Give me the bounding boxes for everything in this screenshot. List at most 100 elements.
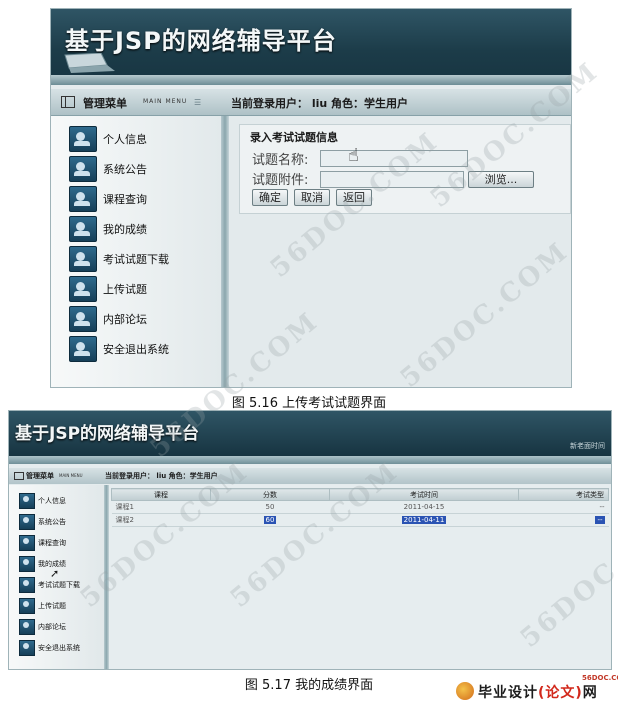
sidebar-item-profile[interactable]: 个人信息 [69,126,147,152]
sidebar-item-upload-exam[interactable]: 上传试题 [69,276,147,302]
menu-subtitle: MAIN MENU [59,473,83,478]
sidebar-item-label: 安全退出系统 [103,343,169,356]
sidebar-item-my-grades[interactable]: 我的成绩 [69,216,147,242]
logo-emblem-icon [456,682,474,700]
menu-grid-icon [14,472,24,480]
user-icon [69,276,97,302]
sidebar-item-label: 系统公告 [38,518,66,526]
sidebar-item-label: 内部论坛 [103,313,147,326]
sidebar-item-announcements[interactable]: 系统公告 [19,514,66,530]
user-icon [69,186,97,212]
sidebar-item-label: 课程查询 [103,193,147,206]
sidebar-item-label: 上传试题 [103,283,147,296]
user-icon [69,336,97,362]
cell-score: 60 [263,516,277,524]
menu-grid-icon [61,96,75,108]
cell-course: 课程2 [111,513,211,527]
sidebar-divider [221,116,229,387]
sidebar-item-label: 安全退出系统 [38,644,80,652]
header-stripe [51,75,571,85]
menu-title: 管理菜单 [26,472,54,480]
user-icon [19,493,35,509]
header-stripe [9,456,611,464]
user-icon [19,640,35,656]
site-logo: 56DOC.COM 毕业设计(论文)网 [456,674,618,702]
exam-attachment-input[interactable] [320,171,464,188]
column-header-score: 分数 [210,488,330,501]
cell-exam-type: -- [595,516,605,524]
menu-title: 管理菜单 [83,97,127,110]
current-user-info: 当前登录用户： liu 角色：学生用户 [231,97,409,110]
sidebar: 个人信息 系统公告 课程查询 我的成绩 考试试题下载 上传试题 内部论坛 安全退… [51,116,221,387]
exam-name-input[interactable] [320,150,468,167]
sidebar-item-course-query[interactable]: 课程查询 [69,186,147,212]
user-icon [19,535,35,551]
sidebar-item-announcements[interactable]: 系统公告 [69,156,147,182]
user-icon [19,619,35,635]
laptop-icon [64,53,115,73]
user-icon [19,556,35,572]
figure-caption-1: 图 5.16 上传考试试题界面 [231,396,387,411]
cell-exam-type: -- [518,500,609,514]
column-header-exam-type: 考试类型 [518,488,609,501]
main-content: 课程 分数 考试时间 考试类型 课程1 50 2011-04-15 -- 课程2… [109,485,611,669]
grades-screen: 基于JSP的网络辅导平台 新老面时间 管理菜单 MAIN MENU 当前登录用户… [8,410,612,670]
user-icon [19,598,35,614]
cell-exam-time: 2011-04-15 [329,500,519,514]
cell-exam-time: 2011-04-11 [401,516,447,524]
sidebar-item-forum[interactable]: 内部论坛 [19,619,66,635]
user-icon [19,577,35,593]
top-right-link[interactable]: 新老面时间 [570,441,605,451]
sidebar-item-label: 内部论坛 [38,623,66,631]
table-header-row: 课程 分数 考试时间 考试类型 [111,488,609,501]
confirm-button[interactable]: 确定 [252,189,288,206]
sidebar-item-logout[interactable]: 安全退出系统 [69,336,169,362]
main-content: 录入考试试题信息 试题名称: 试题附件: 浏览... 确定 取消 返回 [229,116,571,387]
sidebar-item-label: 考试试题下载 [38,581,80,589]
arrow-cursor-icon: ➚ [50,567,60,580]
sidebar-item-label: 系统公告 [103,163,147,176]
form-title: 录入考试试题信息 [250,131,338,144]
user-icon [69,126,97,152]
user-icon [69,156,97,182]
sidebar-item-profile[interactable]: 个人信息 [19,493,66,509]
exam-name-label: 试题名称: [252,153,309,168]
current-user-info: 当前登录用户： liu 角色：学生用户 [105,472,218,480]
user-icon [69,306,97,332]
sidebar-item-label: 课程查询 [38,539,66,547]
browse-button[interactable]: 浏览... [468,171,534,188]
app-title: 基于JSP的网络辅导平台 [65,27,337,55]
app-title: 基于JSP的网络辅导平台 [15,424,200,444]
grades-table: 课程 分数 考试时间 考试类型 课程1 50 2011-04-15 -- 课程2… [111,488,609,527]
user-icon [19,514,35,530]
menu-subtitle: MAIN MENU [143,98,188,105]
user-icon [69,246,97,272]
header-banner: 基于JSP的网络辅导平台 [51,9,571,85]
sidebar-item-label: 个人信息 [103,133,147,146]
user-icon [69,216,97,242]
sidebar-item-upload-exam[interactable]: 上传试题 [19,598,66,614]
hand-cursor-icon: ☝ [348,145,359,166]
sidebar-item-label: 个人信息 [38,497,66,505]
sidebar-item-label: 考试试题下载 [103,253,169,266]
sidebar-item-logout[interactable]: 安全退出系统 [19,640,80,656]
header-banner: 基于JSP的网络辅导平台 新老面时间 [9,411,611,456]
table-row[interactable]: 课程2 60 2011-04-11 -- [111,513,609,527]
menu-bar: 管理菜单 MAIN MENU ☰ 当前登录用户： liu 角色：学生用户 [51,89,571,116]
upload-screen: 基于JSP的网络辅导平台 管理菜单 MAIN MENU ☰ 当前登录用户： li… [50,8,572,388]
sidebar-item-label: 上传试题 [38,602,66,610]
cancel-button[interactable]: 取消 [294,189,330,206]
logo-text: 毕业设计(论文)网 [478,685,598,701]
sidebar-item-forum[interactable]: 内部论坛 [69,306,147,332]
column-header-exam-time: 考试时间 [329,488,519,501]
column-header-course: 课程 [111,488,211,501]
back-button[interactable]: 返回 [336,189,372,206]
sidebar-item-course-query[interactable]: 课程查询 [19,535,66,551]
upload-exam-form: 录入考试试题信息 试题名称: 试题附件: 浏览... 确定 取消 返回 [239,124,571,214]
menu-bar: 管理菜单 MAIN MENU 当前登录用户： liu 角色：学生用户 [9,468,611,484]
cell-score: 50 [210,500,330,514]
sidebar-item-label: 我的成绩 [103,223,147,236]
logo-domain: 56DOC.COM [582,674,618,682]
table-row[interactable]: 课程1 50 2011-04-15 -- [111,500,609,514]
sidebar-item-exam-download[interactable]: 考试试题下载 [69,246,169,272]
